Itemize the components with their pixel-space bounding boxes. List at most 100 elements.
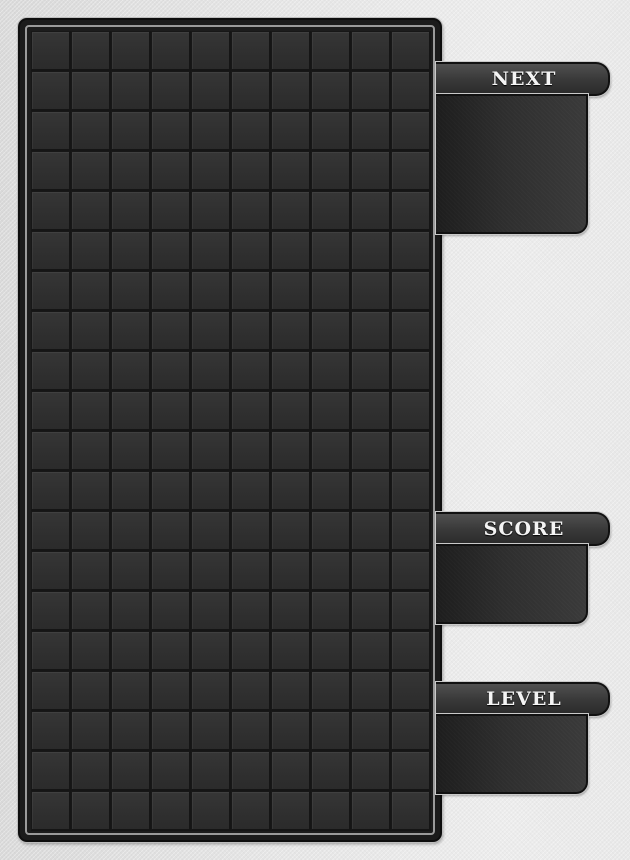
board-cell (31, 791, 71, 831)
board-cell (271, 791, 311, 831)
board-cell (311, 351, 351, 391)
board-cell (311, 591, 351, 631)
board-cell (231, 751, 271, 791)
board-cell (71, 271, 111, 311)
board-cell (391, 711, 431, 751)
board-cell (71, 311, 111, 351)
board-cell (151, 391, 191, 431)
board-cell (191, 231, 231, 271)
board-cell (151, 751, 191, 791)
board-cell (151, 631, 191, 671)
board-cell (71, 191, 111, 231)
board-cell (231, 511, 271, 551)
board-cell (351, 191, 391, 231)
board-cell (391, 671, 431, 711)
level-panel: LEVEL (436, 682, 610, 794)
board-cell (111, 311, 151, 351)
board-cell (391, 551, 431, 591)
board-cell (71, 671, 111, 711)
board-cell (351, 551, 391, 591)
board-cell (71, 711, 111, 751)
board-cell (31, 111, 71, 151)
board-cell (351, 591, 391, 631)
board-cell (311, 431, 351, 471)
board-cell (111, 151, 151, 191)
board-cell (111, 711, 151, 751)
board-cell (111, 631, 151, 671)
board-cell (71, 631, 111, 671)
board-cell (271, 151, 311, 191)
board-cell (71, 551, 111, 591)
board-cell (191, 631, 231, 671)
board-cell (391, 351, 431, 391)
board-cell (351, 151, 391, 191)
board-cell (31, 751, 71, 791)
board-cell (351, 351, 391, 391)
board-cell (151, 31, 191, 71)
board-cell (231, 391, 271, 431)
board-cell (231, 71, 271, 111)
board-cell (151, 271, 191, 311)
board-cell (31, 71, 71, 111)
board-cell (71, 391, 111, 431)
board-cell (191, 191, 231, 231)
board-cell (351, 311, 391, 351)
board-cell (31, 151, 71, 191)
board-cell (391, 751, 431, 791)
board-cell (391, 31, 431, 71)
board-cell (391, 391, 431, 431)
board-cell (271, 631, 311, 671)
board-cell (391, 231, 431, 271)
board-cell (271, 231, 311, 271)
board-cell (31, 631, 71, 671)
board-cell (111, 391, 151, 431)
board-cell (271, 351, 311, 391)
board-cell (31, 271, 71, 311)
score-display (436, 544, 588, 624)
board-cell (391, 151, 431, 191)
board-cell (151, 311, 191, 351)
board-cell (231, 271, 271, 311)
board-cell (71, 511, 111, 551)
board-cell (311, 791, 351, 831)
board-cell (231, 471, 271, 511)
board-cell (231, 191, 271, 231)
board-cell (71, 431, 111, 471)
board-cell (231, 551, 271, 591)
board-cell (31, 471, 71, 511)
board-cell (351, 271, 391, 311)
board-cell (231, 311, 271, 351)
board-cell (311, 111, 351, 151)
board-cell (151, 471, 191, 511)
board-inner-frame (25, 25, 435, 835)
board-cell (351, 671, 391, 711)
board-cell (271, 671, 311, 711)
board-cell (271, 111, 311, 151)
board-cell (151, 551, 191, 591)
board-cell (191, 351, 231, 391)
board-cell (191, 271, 231, 311)
board-cell (31, 591, 71, 631)
board-cell (311, 31, 351, 71)
board-cell (151, 511, 191, 551)
board-cell (351, 31, 391, 71)
board-cell (191, 511, 231, 551)
board-cell (271, 431, 311, 471)
board-cell (31, 351, 71, 391)
board-cell (391, 431, 431, 471)
board-cell (271, 391, 311, 431)
board-cell (111, 111, 151, 151)
board-cell (151, 151, 191, 191)
board-cell (191, 151, 231, 191)
board-cell (71, 351, 111, 391)
board-cell (191, 471, 231, 511)
board-cell (271, 471, 311, 511)
board-cell (151, 671, 191, 711)
board-cell (231, 111, 271, 151)
board-cell (151, 791, 191, 831)
board-cell (231, 151, 271, 191)
board-cell (351, 391, 391, 431)
board-cell (391, 111, 431, 151)
board-cell (191, 751, 231, 791)
board-cell (111, 471, 151, 511)
